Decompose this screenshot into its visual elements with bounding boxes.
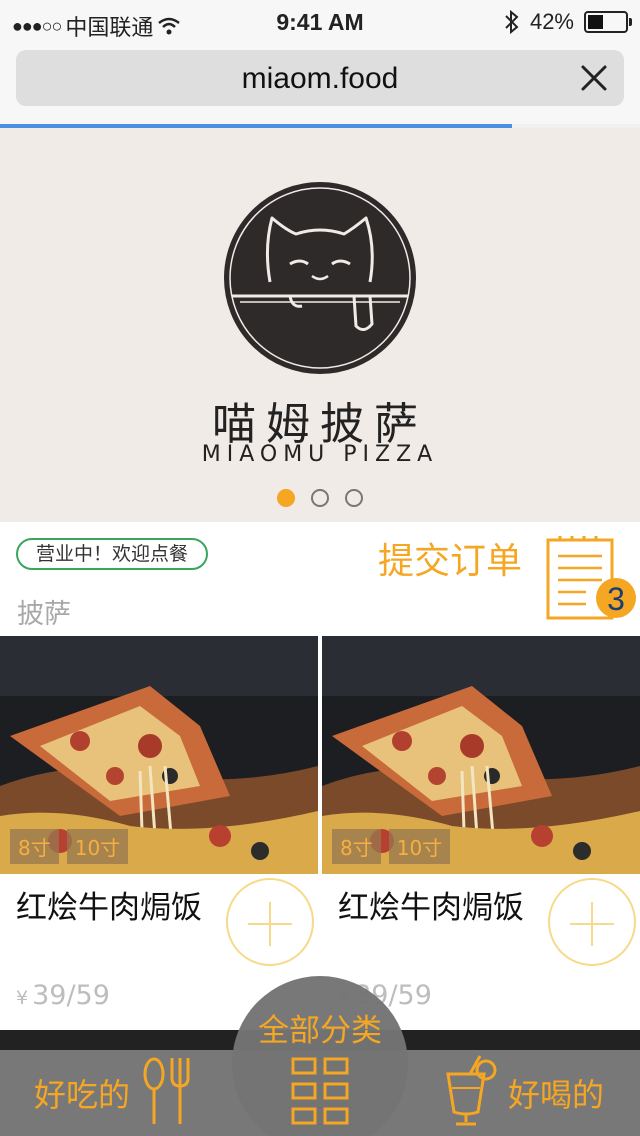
add-to-cart-button[interactable] — [226, 878, 314, 966]
carousel-dot[interactable] — [277, 489, 295, 507]
size-tag-8[interactable]: 8寸 — [332, 829, 381, 864]
drink-icon[interactable] — [444, 1054, 500, 1126]
banner-carousel[interactable]: 喵姆披萨 MIAOMU PIZZA — [0, 128, 640, 522]
submit-order-button[interactable]: 提交订单 — [378, 532, 522, 584]
battery-icon — [584, 11, 632, 33]
pizza-photo[interactable]: 8寸 10寸 — [0, 636, 318, 874]
size-tag-10[interactable]: 10寸 — [388, 829, 451, 864]
grid-menu-icon[interactable] — [290, 1056, 350, 1126]
category-title: 披萨 — [17, 599, 71, 630]
status-badge: 营业中！欢迎点餐 — [16, 538, 209, 570]
carousel-dot[interactable] — [311, 489, 329, 507]
product-name: 红烩牛肉焗饭 — [338, 890, 524, 926]
utensils-icon[interactable] — [140, 1056, 196, 1126]
browser-bar: miaom.food — [0, 44, 640, 128]
tab-food[interactable]: 好吃的 — [34, 1070, 130, 1116]
cart-count-badge: 3 — [607, 581, 625, 617]
product-name: 红烩牛肉焗饭 — [16, 890, 202, 926]
product-card[interactable]: 8寸 10寸 红烩牛肉焗饭 ¥39/59 — [0, 636, 318, 1030]
add-to-cart-button[interactable] — [548, 878, 636, 966]
size-options: 8寸 10寸 — [332, 829, 451, 864]
price-value: 39/59 — [32, 980, 110, 1011]
bluetooth-icon — [505, 10, 519, 34]
status-right: 42% — [504, 9, 632, 35]
product-price: ¥39/59 — [16, 980, 110, 1011]
size-options: 8寸 10寸 — [10, 829, 129, 864]
brand-name-en: MIAOMU PIZZA — [201, 442, 439, 467]
battery-percent: 42% — [529, 9, 574, 34]
cat-logo-icon — [224, 182, 416, 374]
url-text[interactable]: miaom.food — [16, 62, 624, 96]
close-icon[interactable] — [574, 58, 614, 98]
all-categories-button[interactable]: 全部分类 — [232, 1005, 408, 1050]
order-list-icon[interactable]: 3 — [546, 536, 638, 622]
size-tag-8[interactable]: 8寸 — [10, 829, 59, 864]
address-bar[interactable]: miaom.food — [16, 50, 624, 106]
status-bar: ●●●○○ 中国联通 9:41 AM 42% — [0, 0, 640, 44]
currency-symbol: ¥ — [16, 987, 29, 1009]
tab-drink[interactable]: 好喝的 — [508, 1070, 604, 1116]
product-card[interactable]: 8寸 10寸 红烩牛肉焗饭 ¥39/59 — [322, 636, 640, 1030]
carousel-dot[interactable] — [345, 489, 363, 507]
carousel-indicators — [0, 489, 640, 507]
size-tag-10[interactable]: 10寸 — [66, 829, 129, 864]
pizza-photo[interactable]: 8寸 10寸 — [322, 636, 640, 874]
